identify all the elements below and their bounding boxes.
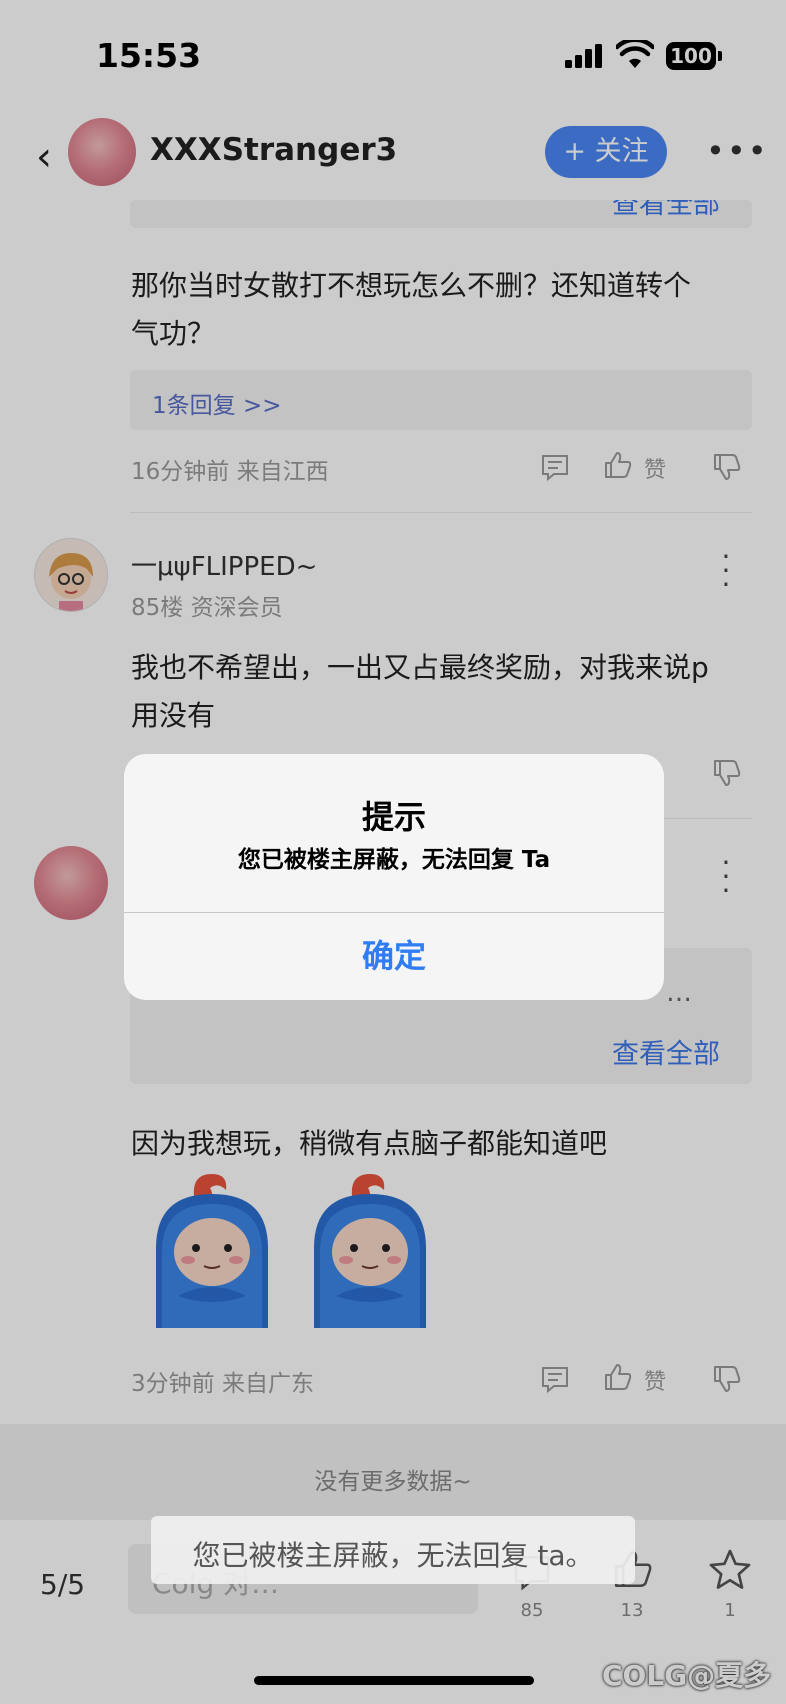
confirm-button[interactable]: 确定 [124,912,664,1000]
toast-text: 您已被楼主屏蔽，无法回复 ta。 [192,1539,594,1572]
dialog-message: 您已被楼主屏蔽，无法回复 Ta [237,847,551,873]
alert-dialog: 提示 您已被楼主屏蔽，无法回复 Ta 确定 [124,754,664,1000]
toast: 您已被楼主屏蔽，无法回复 ta。 [151,1516,635,1584]
dialog-title: 提示 [361,798,426,836]
